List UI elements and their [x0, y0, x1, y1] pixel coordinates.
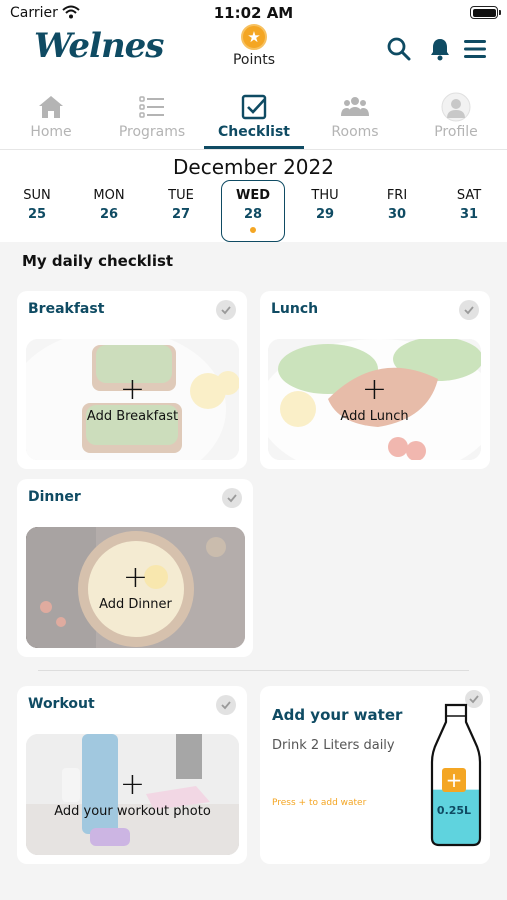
add-dinner-button[interactable]: + Add Dinner	[26, 527, 245, 648]
tab-profile-label: Profile	[434, 124, 478, 140]
tab-rooms[interactable]: Rooms	[305, 88, 405, 150]
app-header: Welnes ★ Points	[0, 24, 507, 88]
day-number: 29	[315, 207, 335, 222]
breakfast-check-icon[interactable]	[216, 300, 236, 320]
plus-icon: +	[119, 767, 146, 802]
tab-bar: Home Programs Checklist Rooms Profile	[0, 88, 507, 150]
add-workout-photo-button[interactable]: + Add your workout photo	[26, 734, 239, 855]
tab-programs[interactable]: Programs	[102, 88, 202, 150]
app-logo: Welnes	[34, 26, 164, 66]
add-dinner-label: Add Dinner	[99, 597, 172, 612]
week-calendar: December 2022 SUN 25 MON 26 TUE 27 WED 2…	[0, 150, 507, 242]
tab-checklist[interactable]: Checklist	[204, 88, 304, 150]
dinner-check-icon[interactable]	[222, 488, 242, 508]
day-sun[interactable]: SUN 25	[6, 188, 68, 222]
day-name: TUE	[168, 188, 194, 203]
water-hint: Press + to add water	[272, 798, 367, 808]
day-number: 27	[171, 207, 191, 222]
section-title: My daily checklist	[22, 252, 174, 270]
day-number: 28	[243, 207, 263, 222]
add-lunch-button[interactable]: + Add Lunch	[268, 339, 481, 460]
lunch-title: Lunch	[271, 301, 319, 317]
dinner-card: Dinner + Add Dinner	[17, 479, 253, 657]
breakfast-title: Breakfast	[28, 301, 105, 317]
water-subtitle: Drink 2 Liters daily	[272, 738, 395, 753]
battery-icon	[470, 6, 501, 19]
section-divider	[38, 670, 469, 671]
day-thu[interactable]: THU 29	[294, 188, 356, 222]
checklist-icon	[241, 94, 267, 120]
add-breakfast-button[interactable]: + Add Breakfast	[26, 339, 239, 460]
status-bar: Carrier 11:02 AM	[0, 0, 507, 26]
add-workout-label: Add your workout photo	[54, 804, 211, 819]
lunch-card: Lunch + Add Lunch	[260, 291, 490, 469]
plus-icon: +	[122, 560, 149, 595]
tab-home[interactable]: Home	[1, 88, 101, 150]
workout-title: Workout	[28, 696, 95, 712]
workout-check-icon[interactable]	[216, 695, 236, 715]
day-name: THU	[311, 188, 339, 203]
tab-rooms-label: Rooms	[331, 124, 379, 140]
points-label: Points	[232, 52, 276, 68]
add-lunch-label: Add Lunch	[340, 409, 409, 424]
programs-icon	[139, 96, 164, 118]
day-name: SAT	[456, 188, 482, 203]
dinner-title: Dinner	[28, 489, 81, 505]
points-button[interactable]: ★ Points	[222, 24, 286, 68]
day-number: 26	[99, 207, 119, 222]
day-number: 31	[459, 207, 479, 222]
tab-profile[interactable]: Profile	[406, 88, 506, 150]
tab-programs-label: Programs	[118, 124, 186, 140]
add-breakfast-label: Add Breakfast	[86, 409, 179, 424]
day-name: FRI	[386, 188, 408, 203]
workout-card: Workout + Add your workout photo	[17, 686, 247, 864]
menu-icon[interactable]	[462, 36, 488, 62]
water-title: Add your water	[272, 706, 403, 724]
plus-icon: +	[119, 372, 146, 407]
day-sat[interactable]: SAT 31	[438, 188, 500, 222]
day-mon[interactable]: MON 26	[78, 188, 140, 222]
day-name: SUN	[23, 188, 51, 203]
search-icon[interactable]	[386, 36, 412, 62]
clock: 11:02 AM	[213, 4, 294, 22]
active-tab-indicator	[204, 146, 304, 149]
plus-icon: +	[361, 372, 388, 407]
star-icon: ★	[241, 24, 267, 50]
rooms-icon	[341, 97, 369, 116]
day-name: MON	[93, 188, 125, 203]
add-water-button[interactable]: +	[442, 768, 466, 792]
profile-icon	[441, 92, 471, 122]
water-amount: 0.25L	[436, 804, 472, 817]
today-dot	[250, 227, 256, 233]
day-name: WED	[235, 188, 270, 203]
tab-checklist-label: Checklist	[218, 124, 290, 140]
tab-home-label: Home	[30, 124, 72, 140]
month-title: December 2022	[173, 155, 334, 179]
breakfast-card: Breakfast + Add Breakfast	[17, 291, 247, 469]
bell-icon[interactable]	[427, 36, 453, 62]
home-icon	[39, 96, 63, 118]
day-wed-selected[interactable]: WED 28	[221, 180, 285, 242]
day-number: 30	[387, 207, 407, 222]
day-number: 25	[27, 207, 47, 222]
lunch-check-icon[interactable]	[459, 300, 479, 320]
day-fri[interactable]: FRI 30	[366, 188, 428, 222]
water-card: Add your water Drink 2 Liters daily Pres…	[260, 686, 490, 864]
day-tue[interactable]: TUE 27	[150, 188, 212, 222]
